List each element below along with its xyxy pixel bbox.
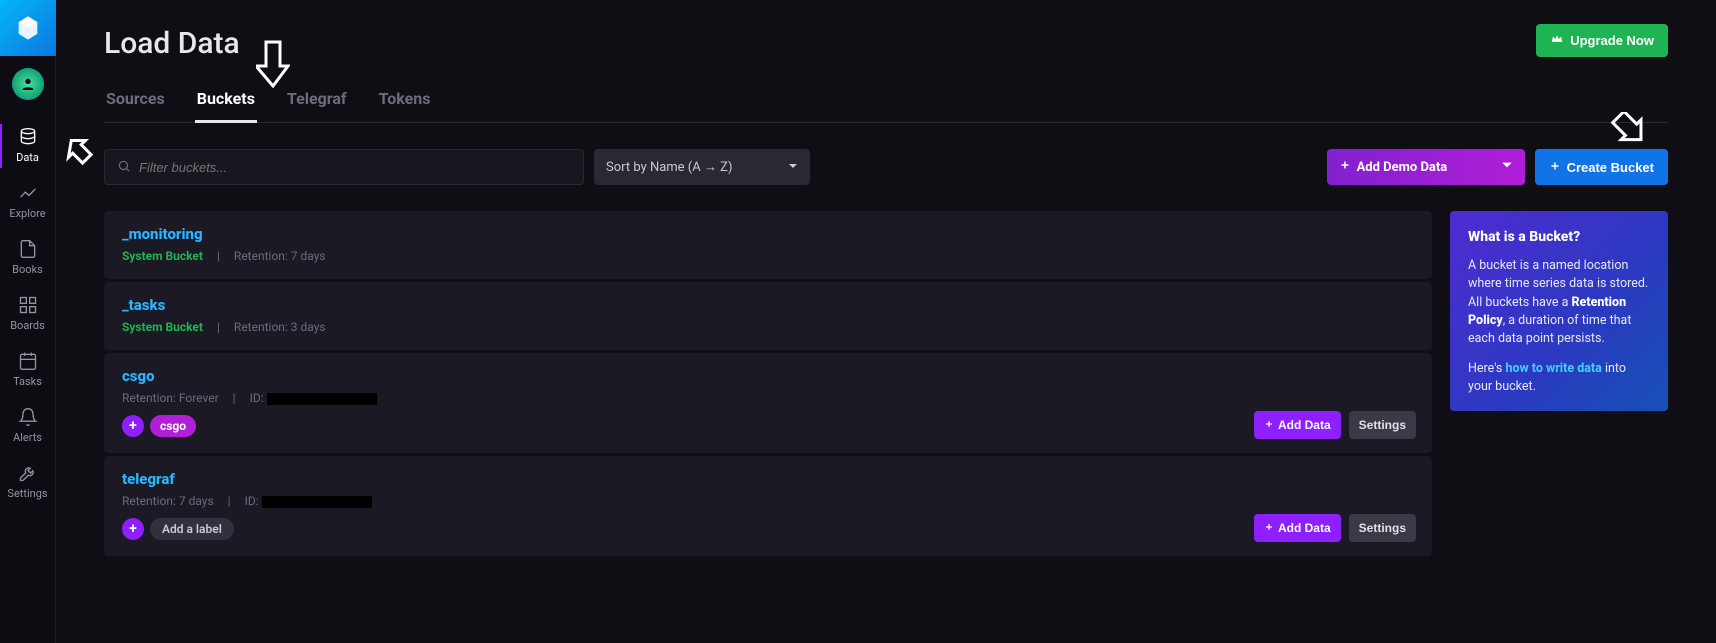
upgrade-label: Upgrade Now xyxy=(1570,33,1654,48)
id-label: ID: xyxy=(250,391,264,405)
bucket-list: _monitoring System Bucket | Retention: 7… xyxy=(104,211,1432,558)
retention-label: Retention: 3 days xyxy=(234,320,326,334)
tabs: Sources Buckets Telegraf Tokens xyxy=(104,85,1668,123)
add-data-button[interactable]: Add Data xyxy=(1254,411,1341,439)
nav-tasks[interactable]: Tasks xyxy=(0,342,56,398)
toolbar: Sort by Name (A → Z) Add Demo Data Creat… xyxy=(104,149,1668,185)
nav-data[interactable]: Data xyxy=(0,118,56,174)
nav-label: Tasks xyxy=(13,375,42,388)
bucket-name[interactable]: _monitoring xyxy=(122,225,1414,243)
tab-sources[interactable]: Sources xyxy=(104,85,167,122)
chevron-down-icon xyxy=(788,160,798,175)
info-title: What is a Bucket? xyxy=(1468,227,1650,247)
logo[interactable] xyxy=(0,0,56,56)
sort-dropdown[interactable]: Sort by Name (A → Z) xyxy=(594,149,810,185)
plus-icon xyxy=(1339,159,1351,175)
info-paragraph: Here's how to write data into your bucke… xyxy=(1468,360,1650,396)
page-title: Load Data xyxy=(104,26,1668,61)
id-label: ID: xyxy=(245,494,259,508)
add-tag-button[interactable]: + xyxy=(122,518,144,540)
wrench-icon xyxy=(17,462,39,484)
bucket-card: csgo Retention: Forever | ID: + csgo Add… xyxy=(104,353,1432,454)
create-bucket-button[interactable]: Create Bucket xyxy=(1535,149,1668,185)
annotation-arrow xyxy=(62,136,106,180)
bucket-name[interactable]: csgo xyxy=(122,367,1414,385)
bucket-settings-button[interactable]: Settings xyxy=(1349,514,1416,542)
nav-label: Boards xyxy=(10,319,45,332)
tab-telegraf[interactable]: Telegraf xyxy=(285,85,349,122)
bucket-card: _monitoring System Bucket | Retention: 7… xyxy=(104,211,1432,280)
id-value-redacted xyxy=(267,393,377,405)
id-value-redacted xyxy=(262,496,372,508)
nav-books[interactable]: Books xyxy=(0,230,56,286)
book-icon xyxy=(17,238,39,260)
nav-label: Settings xyxy=(7,487,47,500)
nav-explore[interactable]: Explore xyxy=(0,174,56,230)
tag-pill[interactable]: csgo xyxy=(150,415,196,437)
plus-icon xyxy=(1264,418,1274,432)
plus-icon xyxy=(1264,521,1274,535)
bucket-name[interactable]: _tasks xyxy=(122,296,1414,314)
how-to-write-link[interactable]: how to write data xyxy=(1505,361,1601,376)
divider: | xyxy=(217,320,220,334)
retention-label: Retention: Forever xyxy=(122,391,219,405)
info-panel: What is a Bucket? A bucket is a named lo… xyxy=(1450,211,1668,411)
add-demo-data-button[interactable]: Add Demo Data xyxy=(1327,149,1525,185)
system-badge: System Bucket xyxy=(122,320,203,334)
tab-tokens[interactable]: Tokens xyxy=(377,85,433,122)
filter-input[interactable] xyxy=(139,160,571,175)
retention-label: Retention: 7 days xyxy=(234,249,326,263)
nav-label: Books xyxy=(12,263,43,276)
filter-input-wrap[interactable] xyxy=(104,149,584,185)
add-data-button[interactable]: Add Data xyxy=(1254,514,1341,542)
create-label: Create Bucket xyxy=(1567,160,1654,175)
add-tag-button[interactable]: + xyxy=(122,415,144,437)
boards-icon xyxy=(17,294,39,316)
calendar-icon xyxy=(17,350,39,372)
nav-label: Explore xyxy=(9,207,45,220)
avatar[interactable] xyxy=(12,68,44,100)
info-paragraph: A bucket is a named location where time … xyxy=(1468,257,1650,348)
bell-icon xyxy=(17,406,39,428)
divider: | xyxy=(228,494,231,508)
chevron-down-icon xyxy=(1501,159,1513,175)
upgrade-button[interactable]: Upgrade Now xyxy=(1536,24,1668,57)
add-label-pill[interactable]: Add a label xyxy=(150,518,234,540)
sidebar: Data Explore Books Boards Tasks Alerts S… xyxy=(0,0,56,643)
bucket-settings-button[interactable]: Settings xyxy=(1349,411,1416,439)
bucket-card: telegraf Retention: 7 days | ID: + Add a… xyxy=(104,456,1432,556)
sort-label: Sort by Name (A → Z) xyxy=(606,159,733,175)
main-content: Load Data Upgrade Now Sources Buckets Te… xyxy=(56,0,1716,643)
nav-label: Data xyxy=(16,151,39,164)
nav-boards[interactable]: Boards xyxy=(0,286,56,342)
divider: | xyxy=(233,391,236,405)
nav-label: Alerts xyxy=(13,431,42,444)
plus-icon xyxy=(1549,160,1561,175)
crown-icon xyxy=(1550,32,1564,49)
tab-buckets[interactable]: Buckets xyxy=(195,85,257,122)
system-badge: System Bucket xyxy=(122,249,203,263)
bucket-card: _tasks System Bucket | Retention: 3 days xyxy=(104,282,1432,351)
bucket-name[interactable]: telegraf xyxy=(122,470,1414,488)
retention-label: Retention: 7 days xyxy=(122,494,214,508)
nav-alerts[interactable]: Alerts xyxy=(0,398,56,454)
divider: | xyxy=(217,249,220,263)
demo-label: Add Demo Data xyxy=(1357,160,1448,175)
explore-icon xyxy=(17,182,39,204)
database-icon xyxy=(17,126,39,148)
search-icon xyxy=(117,158,131,177)
nav-settings[interactable]: Settings xyxy=(0,454,56,510)
